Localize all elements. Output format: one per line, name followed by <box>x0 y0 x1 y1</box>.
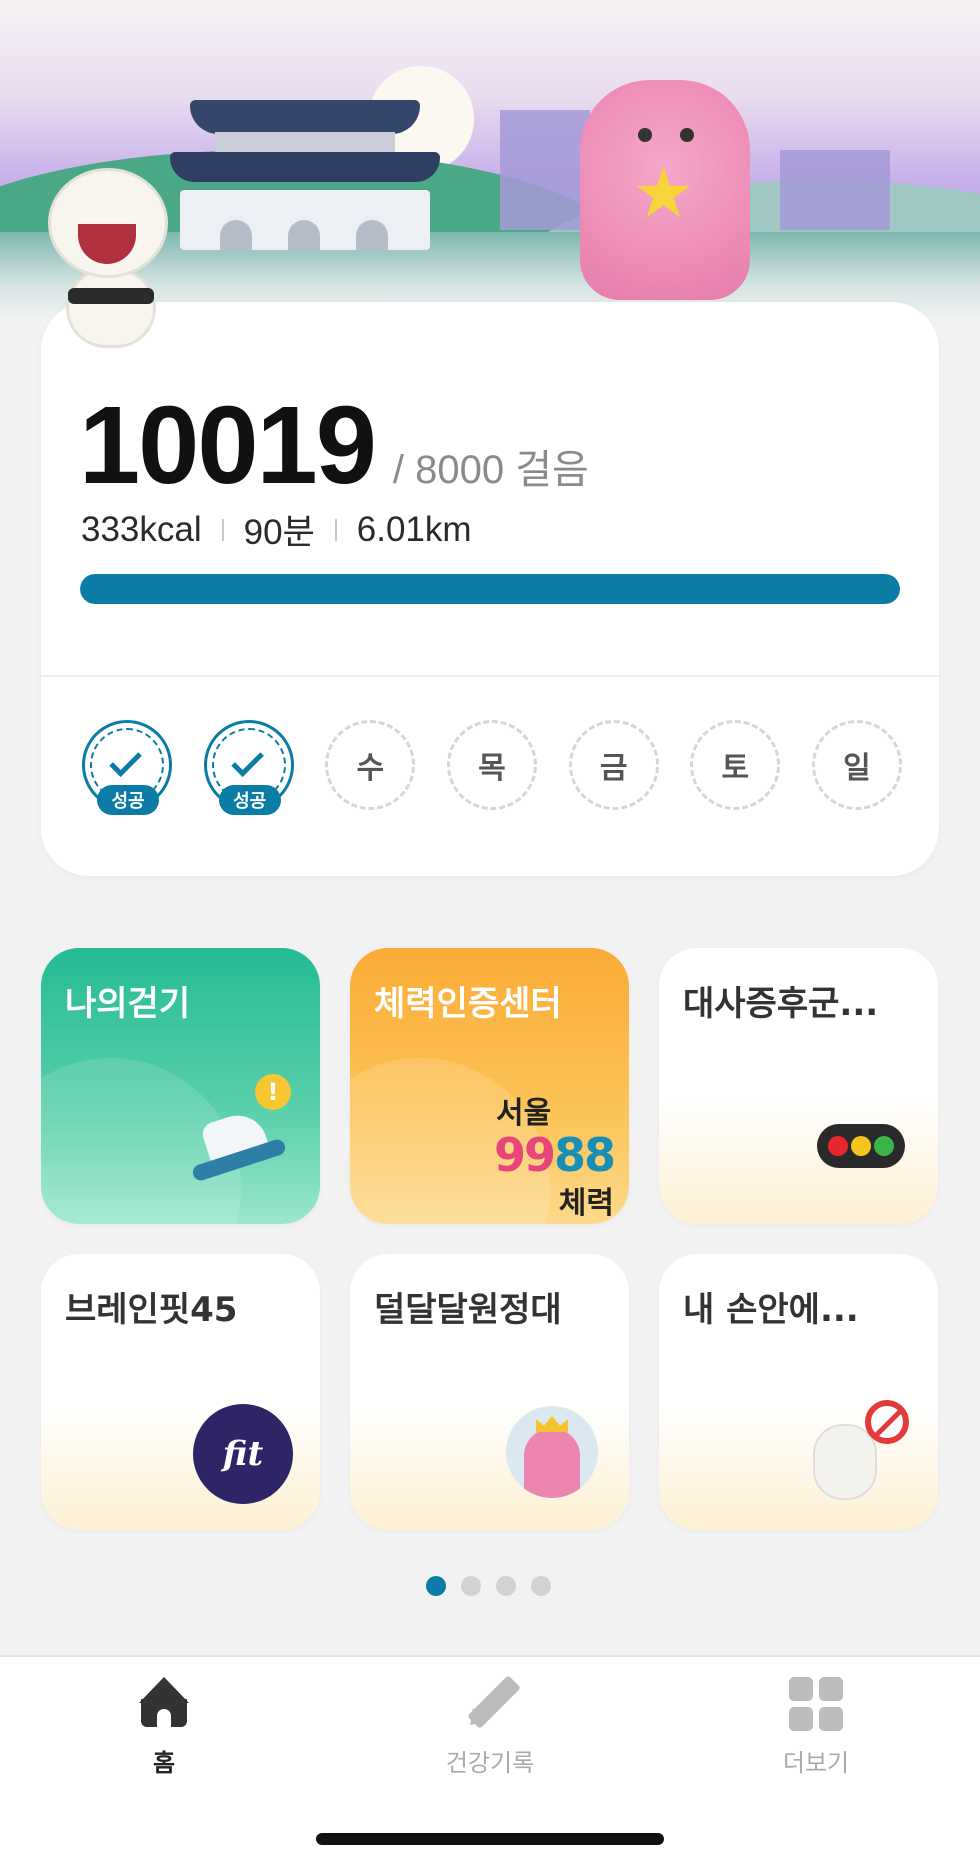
nav-more-label: 더보기 <box>782 1749 850 1777</box>
grid-icon <box>789 1675 843 1731</box>
nav-home-label: 홈 <box>152 1749 176 1777</box>
page-dot[interactable] <box>531 1576 551 1596</box>
pencil-icon <box>462 1675 521 1733</box>
no-smoking-mascot-icon <box>813 1400 913 1500</box>
crown-icon <box>536 1416 568 1432</box>
home-icon-door <box>157 1709 171 1727</box>
grid-icon-cell <box>819 1707 843 1731</box>
nav-health-record[interactable]: 건강기록 <box>410 1675 570 1778</box>
traffic-light-icon <box>817 1124 905 1168</box>
tile-label: 체력인증센터 <box>374 984 562 1024</box>
grid-icon-cell <box>789 1677 813 1701</box>
tile-label: 브레인핏45 <box>65 1290 238 1330</box>
home-indicator[interactable] <box>316 1833 664 1845</box>
nav-health-record-label: 건강기록 <box>445 1749 535 1777</box>
step-summary-card[interactable]: 10019 / 8000 걸음 333kcal 90분 6.01km 성공 성공 수… <box>41 302 939 876</box>
nav-home[interactable]: 홈 <box>84 1675 244 1778</box>
tile-label: 내 손안에... <box>683 1290 859 1330</box>
stat-divider <box>334 518 337 541</box>
success-badge: 성공 <box>97 785 159 815</box>
day-label: 금 <box>599 751 628 786</box>
grid-icon-cell <box>819 1677 843 1701</box>
service-tiles-grid: 나의걷기 ! 체력인증센터 서울 9988 체력 대사증후군... 브레인핏45… <box>41 948 939 1530</box>
card-divider <box>41 675 939 677</box>
stat-divider <box>221 518 224 541</box>
alert-icon: ! <box>255 1074 291 1110</box>
nav-more[interactable]: 더보기 <box>736 1675 896 1778</box>
logo-digits-blue: 88 <box>554 1128 616 1182</box>
duration-value: 90분 <box>243 513 315 552</box>
activity-stats: 333kcal 90분 6.01km <box>81 504 472 555</box>
pink-mascot-icon <box>506 1406 598 1498</box>
no-smoking-sign-icon <box>865 1400 909 1444</box>
day-label: 일 <box>843 751 871 786</box>
step-progress-bar <box>80 574 900 604</box>
building-illustration <box>500 110 590 230</box>
success-badge: 성공 <box>218 785 281 815</box>
building-illustration <box>780 150 890 230</box>
mascot-body <box>66 268 156 348</box>
day-status-circle[interactable]: 수 <box>325 720 416 810</box>
palace-roof-illustration <box>190 100 420 134</box>
tile-label: 덜달달원정대 <box>374 1290 562 1330</box>
step-count: 10019 <box>79 384 377 507</box>
seoul-9988-logo: 서울 9988 체력 <box>494 1088 616 1222</box>
day-status-circle[interactable]: 성공 <box>203 720 294 815</box>
mascot-eye <box>680 128 694 142</box>
day-status-circle[interactable]: 목 <box>446 720 537 810</box>
tile-label: 나의걷기 <box>65 984 191 1024</box>
gate-illustration <box>288 220 320 250</box>
home-icon <box>137 1675 191 1731</box>
page-dot[interactable] <box>426 1576 446 1596</box>
step-goal: / 8000 걸음 <box>392 448 589 492</box>
distance-value: 6.01km <box>356 509 472 549</box>
mascot-belt <box>68 288 154 304</box>
palace-wall-illustration <box>180 190 430 250</box>
tile-metabolic-syndrome[interactable]: 대사증후군... <box>659 948 938 1224</box>
day-label: 목 <box>478 751 506 786</box>
green-light <box>874 1136 894 1156</box>
white-mascot-illustration <box>38 168 188 358</box>
page-indicator[interactable] <box>426 1576 551 1596</box>
logo-text: 서울 <box>496 1096 552 1131</box>
walking-shoe-icon <box>190 1107 288 1183</box>
red-light <box>828 1136 848 1156</box>
steps-row: 10019 / 8000 걸음 <box>79 382 589 509</box>
day-status-circle[interactable]: 금 <box>568 720 659 810</box>
logo-digits: 9988 <box>494 1132 616 1178</box>
day-label: 수 <box>356 751 385 786</box>
day-status-circle[interactable]: 성공 <box>82 720 172 815</box>
palace-roof-illustration <box>170 152 440 182</box>
tile-fitness-center[interactable]: 체력인증센터 서울 9988 체력 <box>350 948 629 1224</box>
tile-label: 대사증후군... <box>683 984 879 1024</box>
gate-illustration <box>356 220 388 250</box>
gate-illustration <box>220 220 252 250</box>
day-label: 토 <box>721 751 750 786</box>
pink-mascot-illustration: ★ <box>580 80 750 300</box>
logo-text: 체력 <box>558 1186 614 1221</box>
logo-digits-pink: 99 <box>494 1128 556 1182</box>
grid-icon-cell <box>789 1707 813 1731</box>
step-progress-fill <box>80 574 900 604</box>
day-status-circle[interactable]: 토 <box>690 720 781 810</box>
weekly-status-row: 성공 성공 수 목 금 토 일 <box>82 720 902 815</box>
day-status-circle[interactable]: 일 <box>811 720 902 810</box>
tile-brainfit45[interactable]: 브레인핏45 fit <box>41 1254 320 1530</box>
mascot-eye <box>638 128 652 142</box>
brainfit-logo: fit <box>193 1404 293 1504</box>
tile-my-walking[interactable]: 나의걷기 ! <box>41 948 320 1224</box>
mascot-body <box>524 1428 580 1498</box>
yellow-light <box>851 1136 871 1156</box>
page-dot[interactable] <box>461 1576 481 1596</box>
calories-value: 333kcal <box>81 509 202 549</box>
page-dot[interactable] <box>496 1576 516 1596</box>
tile-in-my-hand[interactable]: 내 손안에... <box>659 1254 938 1530</box>
mascot-body <box>813 1424 877 1500</box>
star-icon: ★ <box>632 152 695 234</box>
tile-less-sugar-expedition[interactable]: 덜달달원정대 <box>350 1254 629 1530</box>
